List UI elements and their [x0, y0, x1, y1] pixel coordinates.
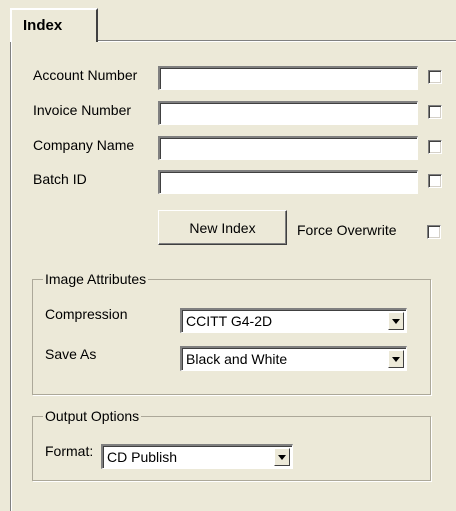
new-index-button[interactable]: New Index: [158, 210, 287, 245]
invoice-number-checkbox[interactable]: [428, 105, 442, 119]
save-as-label: Save As: [45, 346, 97, 362]
company-name-input[interactable]: [158, 136, 418, 160]
force-overwrite-checkbox[interactable]: [427, 225, 441, 239]
image-attributes-group: [32, 279, 431, 395]
tab-index-label: Index: [23, 17, 63, 34]
new-index-button-label: New Index: [189, 219, 256, 236]
image-attributes-title: Image Attributes: [43, 271, 149, 287]
output-options-title: Output Options: [43, 408, 142, 424]
invoice-number-label: Invoice Number: [33, 102, 132, 118]
compression-select[interactable]: CCITT G4-2D: [180, 308, 407, 333]
save-as-select-value: Black and White: [186, 351, 288, 367]
invoice-number-input[interactable]: [158, 101, 418, 125]
batch-id-input[interactable]: [158, 170, 418, 194]
batch-id-label: Batch ID: [33, 171, 87, 187]
compression-select-value: CCITT G4-2D: [186, 313, 273, 329]
account-number-input[interactable]: [158, 66, 418, 90]
chevron-down-icon[interactable]: [274, 448, 290, 466]
save-as-select[interactable]: Black and White: [180, 346, 407, 371]
account-number-checkbox[interactable]: [428, 70, 442, 84]
force-overwrite-label: Force Overwrite: [297, 222, 397, 238]
chevron-down-icon[interactable]: [388, 350, 404, 368]
chevron-down-icon[interactable]: [388, 312, 404, 330]
format-select[interactable]: CD Publish: [101, 444, 293, 469]
compression-label: Compression: [45, 306, 128, 322]
company-name-checkbox[interactable]: [428, 140, 442, 154]
company-name-label: Company Name: [33, 137, 135, 153]
batch-id-checkbox[interactable]: [428, 174, 442, 188]
format-label: Format:: [45, 443, 94, 459]
format-select-value: CD Publish: [107, 449, 178, 465]
account-number-label: Account Number: [33, 67, 138, 83]
